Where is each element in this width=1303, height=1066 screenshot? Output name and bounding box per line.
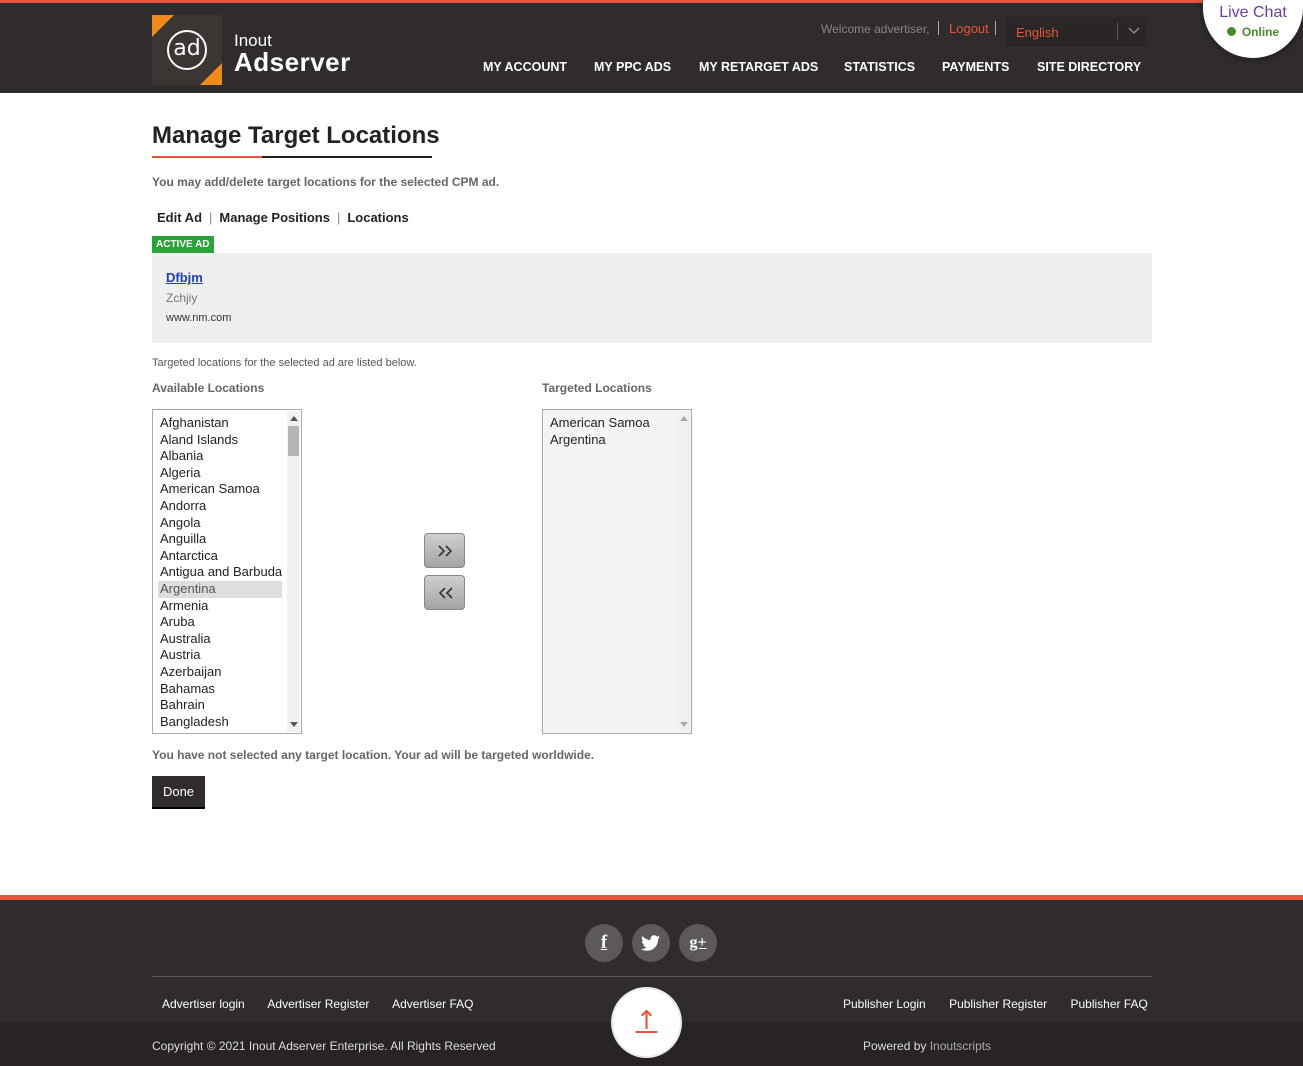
targeted-locations-label: Targeted Locations [542, 381, 652, 395]
scroll-up-icon[interactable] [290, 416, 298, 421]
live-chat-title: Live Chat [1219, 4, 1287, 21]
ad-preview: Dfbjm Zchjiy www.nm.com [152, 253, 1152, 343]
select-divider [1117, 23, 1118, 40]
twitter-icon[interactable] [632, 924, 670, 962]
add-location-button[interactable] [424, 533, 465, 568]
scroll-down-icon[interactable] [680, 722, 688, 727]
available-option[interactable]: Australia [158, 631, 282, 648]
language-select[interactable]: English [1006, 17, 1147, 46]
tab-edit-ad[interactable]: Edit Ad [157, 210, 202, 225]
logo-mark: ad [167, 30, 207, 70]
nav-payments[interactable]: PAYMENTS [942, 60, 1009, 74]
double-chevron-right-icon [438, 545, 453, 557]
google-plus-icon[interactable]: g+ [679, 924, 717, 962]
nav-statistics[interactable]: STATISTICS [844, 60, 915, 74]
back-to-top-icon[interactable]: ↑ [613, 989, 680, 1056]
page-description: You may add/delete target locations for … [152, 175, 500, 189]
available-option[interactable]: Andorra [158, 498, 282, 515]
available-locations-list[interactable]: Afghanistan Aland Islands Albania Algeria Am… [152, 409, 302, 734]
available-locations-label: Available Locations [152, 381, 265, 395]
available-option[interactable]: Argentina [158, 580, 282, 598]
ad-title[interactable]: Dfbjm [166, 270, 203, 285]
remove-location-button[interactable] [424, 575, 465, 610]
scrollbar[interactable] [677, 411, 690, 732]
available-option[interactable]: Austria [158, 647, 282, 664]
available-option[interactable]: Armenia [158, 598, 282, 615]
logo-corner-top [152, 15, 174, 37]
title-underline [152, 156, 432, 158]
available-option[interactable]: Antigua and Barbuda [158, 564, 282, 581]
targeted-option[interactable]: Argentina [548, 432, 672, 449]
nav-my-retarget-ads[interactable]: MY RETARGET ADS [699, 60, 818, 74]
available-option[interactable]: Angola [158, 515, 282, 532]
available-option[interactable]: Bahrain [158, 697, 282, 714]
chevron-down-icon [1128, 27, 1140, 35]
facebook-icon[interactable]: f [585, 924, 623, 962]
available-locations-items: Afghanistan Aland Islands Albania Algeria Am… [158, 415, 282, 730]
done-button[interactable]: Done [152, 776, 205, 809]
language-value: English [1016, 25, 1059, 40]
advertiser-login-link[interactable]: Advertiser login [162, 997, 245, 1011]
publisher-faq-link[interactable]: Publisher FAQ [1070, 997, 1147, 1011]
powered-by: Powered by Inoutscripts [863, 1039, 991, 1053]
advertiser-faq-link[interactable]: Advertiser FAQ [392, 997, 473, 1011]
scroll-thumb[interactable] [288, 426, 299, 456]
double-chevron-left-icon [438, 587, 453, 599]
targeted-option[interactable]: American Samoa [548, 415, 672, 432]
available-option[interactable]: Afghanistan [158, 415, 282, 432]
publisher-login-link[interactable]: Publisher Login [843, 997, 926, 1011]
available-option[interactable]: Antarctica [158, 548, 282, 565]
targeted-locations-items: American Samoa Argentina [548, 415, 672, 448]
available-option[interactable]: Bahamas [158, 681, 282, 698]
separator [995, 21, 996, 35]
publisher-register-link[interactable]: Publisher Register [949, 997, 1047, 1011]
advertiser-links: Advertiser login Advertiser Register Adv… [162, 997, 493, 1011]
logo[interactable]: ad [152, 15, 222, 85]
online-dot-icon [1226, 27, 1236, 36]
site-header: ad Inout Adserver Welcome advertiser, Lo… [0, 0, 1303, 93]
available-option[interactable]: American Samoa [158, 481, 282, 498]
available-option[interactable]: Albania [158, 448, 282, 465]
advertiser-register-link[interactable]: Advertiser Register [267, 997, 369, 1011]
tab-separator: | [336, 210, 341, 225]
live-chat-status: Online [1203, 25, 1303, 39]
logo-text[interactable]: Inout Adserver [234, 32, 351, 77]
separator [938, 21, 939, 35]
available-option[interactable]: Anguilla [158, 531, 282, 548]
available-option[interactable]: Bangladesh [158, 714, 282, 731]
publisher-links: Publisher Login Publisher Register Publi… [843, 997, 1148, 1011]
title-underline-accent [152, 156, 262, 158]
nav-my-account[interactable]: MY ACCOUNT [483, 60, 567, 74]
page-title: Manage Target Locations [152, 122, 440, 149]
ad-tabs: Edit Ad | Manage Positions | Locations [157, 210, 409, 225]
ad-description: Zchjiy [166, 291, 198, 305]
nav-site-directory[interactable]: SITE DIRECTORY [1037, 60, 1141, 74]
tab-manage-positions[interactable]: Manage Positions [219, 210, 330, 225]
scroll-down-icon[interactable] [290, 722, 298, 727]
logout-link[interactable]: Logout [949, 21, 989, 36]
footer-divider [152, 976, 1152, 977]
twitter-bird-icon [641, 935, 660, 951]
tab-locations[interactable]: Locations [347, 210, 408, 225]
powered-by-label: Powered by [863, 1039, 927, 1053]
worldwide-note: You have not selected any target locatio… [152, 748, 595, 762]
available-option[interactable]: Aruba [158, 614, 282, 631]
logo-corner-bottom [200, 63, 222, 85]
live-chat-status-text: Online [1241, 25, 1280, 39]
targeted-locations-list[interactable]: American Samoa Argentina [542, 409, 692, 734]
scrollbar[interactable] [287, 411, 300, 732]
copyright-text: Copyright © 2021 Inout Adserver Enterpri… [152, 1039, 496, 1053]
powered-by-link[interactable]: Inoutscripts [930, 1039, 991, 1053]
scroll-up-icon[interactable] [680, 416, 688, 421]
available-option[interactable]: Azerbaijan [158, 664, 282, 681]
nav-my-ppc-ads[interactable]: MY PPC ADS [594, 60, 671, 74]
ad-url: www.nm.com [166, 312, 232, 324]
welcome-text: Welcome advertiser, [821, 22, 930, 36]
available-option[interactable]: Algeria [158, 465, 282, 482]
status-badge: ACTIVE AD [152, 236, 214, 253]
tab-separator: | [209, 210, 213, 225]
locations-note: Targeted locations for the selected ad a… [152, 357, 417, 369]
logo-text-big: Adserver [234, 47, 351, 77]
available-option[interactable]: Aland Islands [158, 432, 282, 449]
